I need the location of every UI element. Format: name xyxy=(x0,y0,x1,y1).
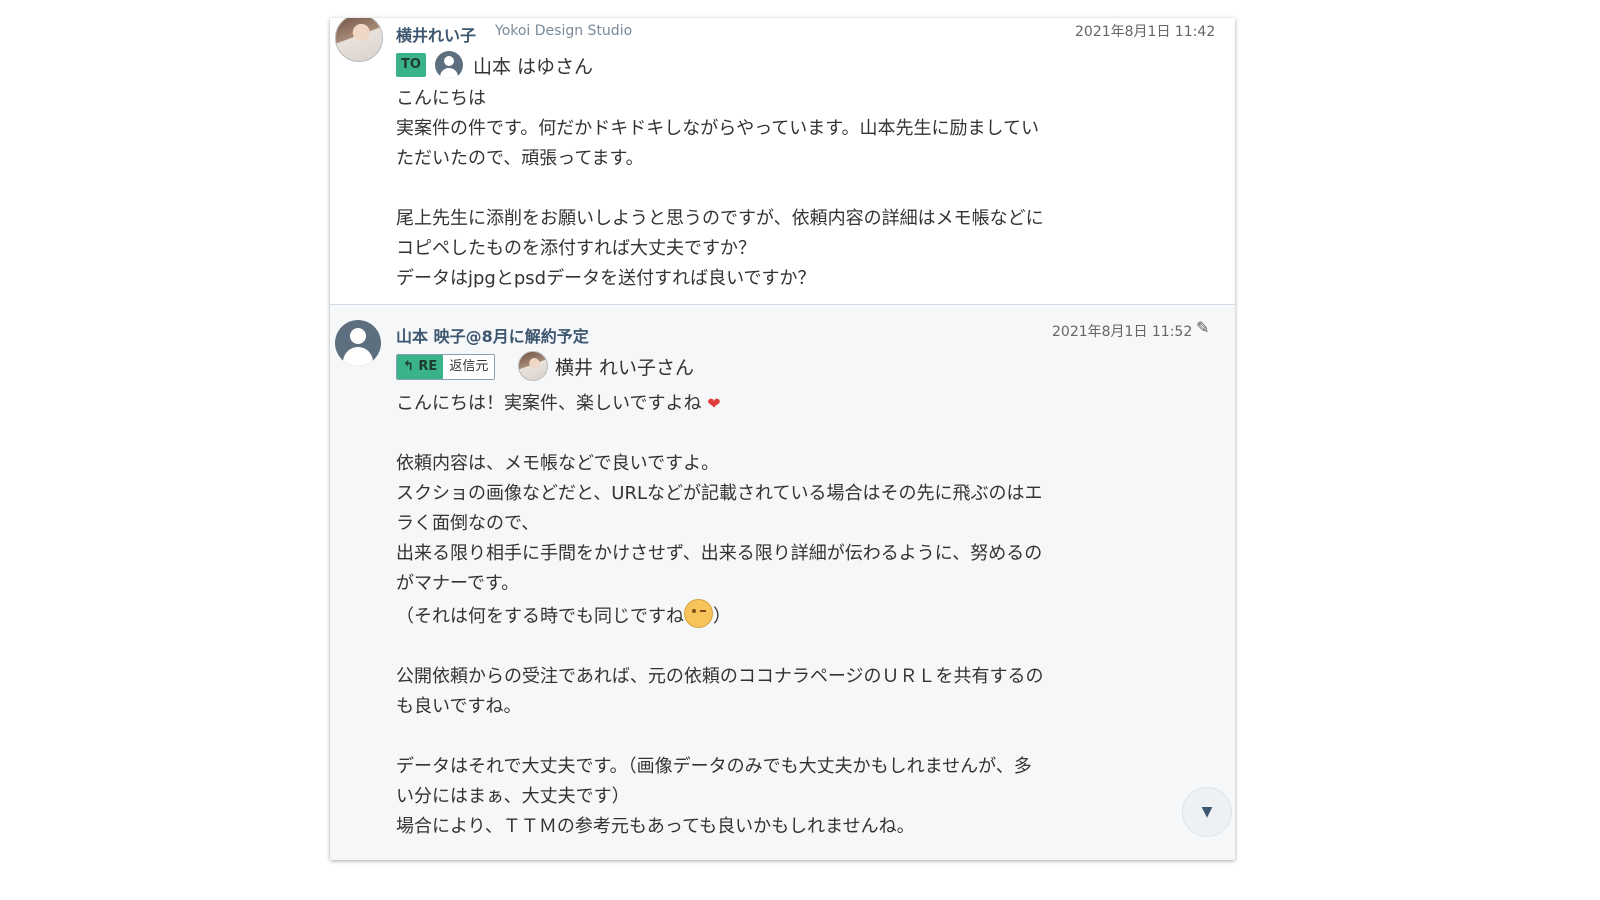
message-line-text: こんにちは！実案件、楽しいですよね xyxy=(396,393,702,414)
message-line: データはそれで大丈夫です。（画像データのみでも大丈夫かもしれませんが、多 xyxy=(396,756,1032,777)
to-badge: TO xyxy=(396,53,426,77)
message-timestamp[interactable]: 2021年8月1日 11:42 xyxy=(1075,21,1215,41)
wink-emoji-icon xyxy=(684,599,713,628)
reply-source-label: 返信元 xyxy=(443,355,495,379)
sender-avatar[interactable] xyxy=(335,320,381,366)
message-line-text: （それは何をする時でも同じですね xyxy=(396,606,684,627)
message-line: 出来る限り相手に手間をかけさせず、出来る限り詳細が伝わるように、努めるの xyxy=(396,543,1043,564)
message-line: も良いですね。 xyxy=(396,696,522,717)
message-body: こんにちは 実案件の件です。何だかドキドキしながらやっています。山本先生に励まし… xyxy=(396,84,1126,294)
message-line: い分にはまぁ、大丈夫です） xyxy=(396,786,630,807)
message-item: 横井れい子 Yokoi Design Studio 2021年8月1日 11:4… xyxy=(330,18,1235,305)
sender-organization: Yokoi Design Studio xyxy=(495,23,633,39)
message-line: スクショの画像などだと、URLなどが記載されている場合はその先に飛ぶのはエ xyxy=(396,483,1043,504)
message-body: こんにちは！実案件、楽しいですよね ❤ 依頼内容は、メモ帳などで良いですよ。 ス… xyxy=(396,389,1126,842)
message-line: 尾上先生に添削をお願いしようと思うのですが、依頼内容の詳細はメモ帳などに xyxy=(396,208,1044,229)
heart-icon: ❤ xyxy=(707,394,721,413)
message-line: ただいたので、頑張ってます。 xyxy=(396,148,644,169)
message-line: 公開依頼からの受注であれば、元の依頼のココナラページのＵＲＬを共有するの xyxy=(396,666,1044,687)
recipient-avatar xyxy=(518,351,548,381)
recipient-name: 山本 はゆさん xyxy=(473,56,594,78)
message-line: コピペしたものを添付すれば大丈夫ですか？ xyxy=(396,238,756,259)
message-line: 依頼内容は、メモ帳などで良いですよ。 xyxy=(396,453,720,474)
message-line: （それは何をする時でも同じですね ） xyxy=(396,599,1126,632)
message-item: 山本 映子@8月に解約予定 2021年8月1日 11:52 ✎ ↰ RE 返信元… xyxy=(330,305,1235,860)
sender-name[interactable]: 山本 映子@8月に解約予定 xyxy=(396,323,589,347)
sender-name[interactable]: 横井れい子 xyxy=(396,22,476,46)
sender-avatar[interactable] xyxy=(335,18,383,62)
message-line: 実案件の件です。何だかドキドキしながらやっています。山本先生に励ましてい xyxy=(396,118,1039,139)
message-line: がマナーです。 xyxy=(396,573,520,594)
message-line: 場合により、ＴＴＭの参考元もあっても良いかもしれませんね。 xyxy=(396,816,915,837)
chevron-down-icon: ▼ xyxy=(1201,804,1213,820)
message-line: ラく面倒なので、 xyxy=(396,513,540,534)
recipient-avatar xyxy=(435,51,463,79)
reply-source-button[interactable]: ↰ RE 返信元 xyxy=(396,354,496,380)
scroll-down-button[interactable]: ▼ xyxy=(1182,787,1232,837)
chat-panel: 横井れい子 Yokoi Design Studio 2021年8月1日 11:4… xyxy=(330,18,1235,860)
re-label: RE xyxy=(418,359,438,374)
re-badge: ↰ RE xyxy=(397,355,444,379)
recipient-name: 横井 れい子さん xyxy=(555,357,695,379)
edit-icon[interactable]: ✎ xyxy=(1196,318,1209,337)
message-line-text: ） xyxy=(713,606,731,627)
message-line: こんにちは xyxy=(396,88,486,109)
message-line: データはjpgとpsdデータを送付すれば良いですか？ xyxy=(396,268,816,289)
message-timestamp[interactable]: 2021年8月1日 11:52 xyxy=(1052,321,1192,341)
message-line: こんにちは！実案件、楽しいですよね ❤ xyxy=(396,389,1126,419)
